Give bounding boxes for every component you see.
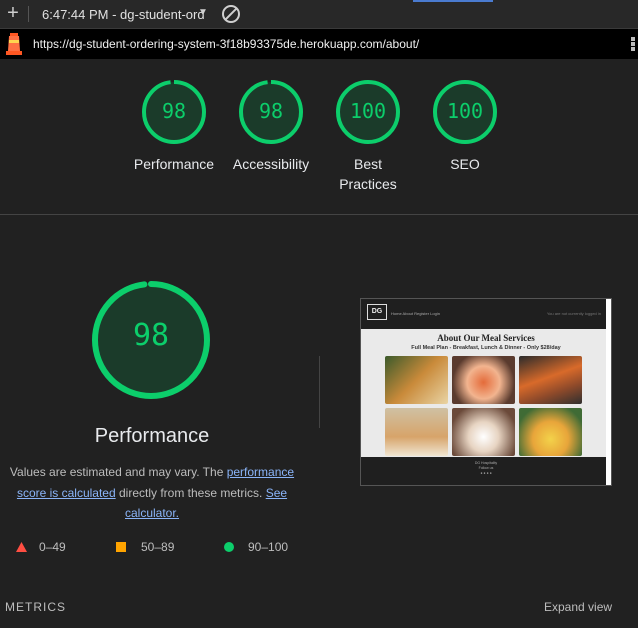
url-text[interactable]: https://dg-student-ordering-system-3f18b… <box>33 37 419 51</box>
active-tab-indicator <box>413 0 493 2</box>
score-value: 98 <box>258 99 284 123</box>
thumb-navbar: DG Home About Register Login You are not… <box>361 299 611 329</box>
performance-description: Values are estimated and may vary. The p… <box>4 462 300 524</box>
expand-view-button[interactable]: Expand view <box>544 600 612 614</box>
score-label: Accessibility <box>232 156 310 172</box>
performance-title: Performance <box>94 425 210 447</box>
legend-fail: 0–49 <box>16 540 66 554</box>
thumb-scrollbar <box>606 299 611 485</box>
food-image <box>385 356 448 404</box>
lighthouse-icon <box>6 33 22 55</box>
thumb-footer: DG Hospitality Follow us ● ● ● ● <box>361 457 611 485</box>
toolbar-separator <box>28 6 29 22</box>
triangle-icon <box>16 542 27 552</box>
legend-average-label: 50–89 <box>141 540 175 554</box>
more-icon[interactable] <box>631 37 637 51</box>
thumb-food-grid <box>385 356 583 456</box>
chevron-down-icon[interactable]: ▼ <box>198 7 208 18</box>
thumb-footer-line2: Follow us <box>478 466 494 470</box>
score-value: 98 <box>161 99 187 123</box>
performance-score-large: 98 <box>132 318 170 353</box>
thumb-subheading: Full Meal Plan - Breakfast, Lunch & Dinn… <box>411 345 561 351</box>
legend-pass-label: 90–100 <box>248 540 289 554</box>
food-image <box>452 356 515 404</box>
thumb-footer-line1: DG Hospitality <box>474 461 498 465</box>
legend-average: 50–89 <box>116 540 174 554</box>
legend-fail-label: 0–49 <box>39 540 66 554</box>
thumb-footer-text: DG Hospitality Follow us ● ● ● ● <box>474 461 498 475</box>
thumb-nav-status: You are not currently logged in <box>546 311 601 316</box>
new-tab-icon[interactable]: + <box>3 3 23 23</box>
score-label: Performance <box>133 156 215 172</box>
square-icon <box>116 542 126 552</box>
page-screenshot-thumbnail[interactable]: DG Home About Register Login You are not… <box>360 298 612 486</box>
section-divider <box>0 214 638 215</box>
thumb-logo: DG <box>367 304 387 320</box>
block-icon[interactable] <box>222 5 240 23</box>
food-image <box>519 356 582 404</box>
vertical-divider <box>319 356 320 428</box>
thumb-nav-links: Home About Register Login <box>391 311 440 316</box>
legend-pass: 90–100 <box>224 540 288 554</box>
metrics-heading: METRICS <box>5 600 66 614</box>
food-image <box>385 408 448 456</box>
thumb-heading: About Our Meal Services <box>437 333 535 343</box>
tab-title[interactable]: 6:47:44 PM - dg-student-ord <box>42 7 205 22</box>
score-label: SEO <box>450 156 480 172</box>
desc-mid: directly from these metrics. <box>115 485 266 500</box>
score-label: Best Practices <box>339 156 397 192</box>
score-value: 100 <box>349 99 387 123</box>
food-image <box>519 408 582 456</box>
circle-icon <box>224 542 234 552</box>
food-image <box>452 408 515 456</box>
desc-start: Values are estimated and may vary. The <box>9 465 227 479</box>
address-bar[interactable]: https://dg-student-ordering-system-3f18b… <box>0 29 638 59</box>
score-value: 100 <box>446 99 484 123</box>
browser-titlebar: + 6:47:44 PM - dg-student-ord ▼ <box>0 0 638 29</box>
